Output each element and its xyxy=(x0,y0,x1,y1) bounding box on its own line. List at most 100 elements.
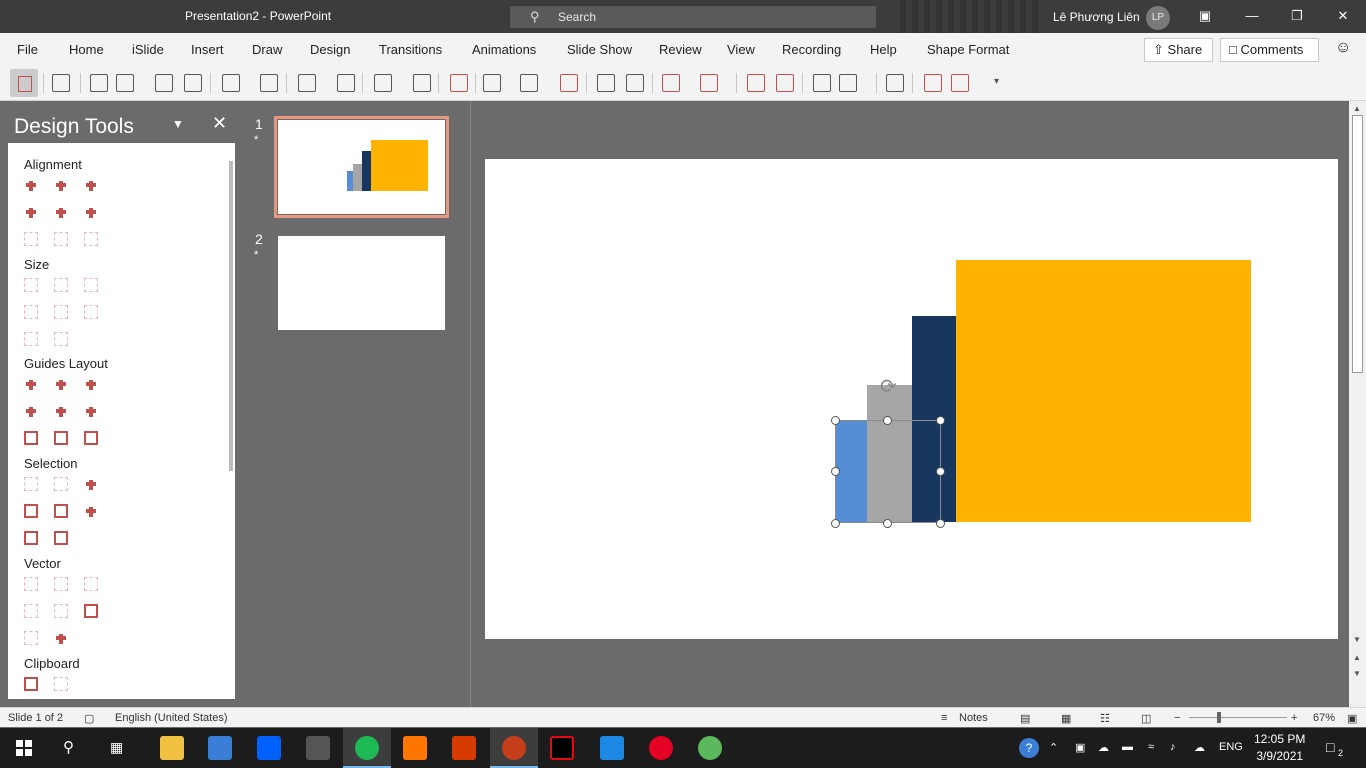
replace-icon[interactable] xyxy=(155,74,173,92)
app-icon[interactable] xyxy=(698,736,722,760)
guide-middle-icon[interactable] xyxy=(54,404,68,418)
feedback-smiley-icon[interactable]: ☺ xyxy=(1335,39,1351,57)
rotate-handle-icon[interactable]: ⟳ xyxy=(880,377,897,397)
edit-points-icon[interactable] xyxy=(483,74,501,92)
grid-icon[interactable] xyxy=(700,74,718,92)
tab-design[interactable]: Design xyxy=(310,42,350,57)
combine-icon[interactable] xyxy=(560,74,578,92)
paste-icon[interactable] xyxy=(54,677,68,691)
tab-islide[interactable]: iSlide xyxy=(132,42,164,57)
input-language[interactable]: ENG xyxy=(1219,741,1243,753)
copy-icon[interactable] xyxy=(24,677,38,691)
spotify-taskbar-slot[interactable] xyxy=(343,728,391,768)
zoom-slider-thumb[interactable] xyxy=(1217,712,1221,723)
guide-down-arrow-icon[interactable] xyxy=(84,404,98,418)
text-to-vector-icon[interactable] xyxy=(24,631,38,645)
notifications-icon[interactable]: □ xyxy=(1326,739,1334,755)
file-explorer-icon[interactable] xyxy=(160,736,184,760)
tab-home[interactable]: Home xyxy=(69,42,104,57)
tab-draw[interactable]: Draw xyxy=(252,42,282,57)
comments-button[interactable]: □ Comments xyxy=(1220,38,1319,62)
slide-thumbnail-1[interactable] xyxy=(274,116,449,218)
resize-handle[interactable] xyxy=(883,416,892,425)
meet-now-icon[interactable]: ▣ xyxy=(1075,741,1085,754)
zoom-out-button[interactable]: − xyxy=(1174,712,1180,724)
select-front-icon[interactable] xyxy=(54,504,68,518)
netflix-icon[interactable] xyxy=(550,736,574,760)
distribute-icon[interactable] xyxy=(776,74,794,92)
previous-slide-icon[interactable]: ▲ xyxy=(1353,653,1361,662)
same-size-icon[interactable] xyxy=(84,278,98,292)
resize-handle[interactable] xyxy=(936,519,945,528)
bring-forward-icon[interactable] xyxy=(54,531,68,545)
export-icon[interactable] xyxy=(924,74,942,92)
guide-horizontal-span-icon[interactable] xyxy=(24,431,38,445)
zoom-slider[interactable] xyxy=(1189,717,1287,718)
search-taskbar-icon[interactable]: ⚲ xyxy=(63,738,74,756)
align-bottom-icon[interactable] xyxy=(84,205,98,219)
scroll-thumb[interactable] xyxy=(1352,115,1363,373)
customize-toolbar-icon[interactable]: ▾ xyxy=(994,76,999,87)
pinterest-icon[interactable] xyxy=(649,736,673,760)
app-icon[interactable] xyxy=(306,736,330,760)
resize-handle[interactable] xyxy=(936,467,945,476)
slide-thumbnail-2[interactable] xyxy=(278,236,445,330)
align-center-icon[interactable] xyxy=(54,178,68,192)
arrange-icon[interactable] xyxy=(662,74,680,92)
slide-show-icon[interactable]: ◫ xyxy=(1141,712,1151,725)
slide-sorter-icon[interactable]: ▦ xyxy=(1061,712,1071,725)
vector-intersect-icon[interactable] xyxy=(24,604,38,618)
font-color-icon[interactable] xyxy=(222,74,240,92)
shapes-icon[interactable] xyxy=(116,74,134,92)
stretch-left-icon[interactable] xyxy=(24,332,38,346)
stretch-right-icon[interactable] xyxy=(54,332,68,346)
minimize-icon[interactable]: — xyxy=(1242,8,1262,23)
next-slide-icon[interactable]: ▼ xyxy=(1353,669,1361,678)
mail-icon[interactable] xyxy=(208,736,232,760)
vector-subtract-icon[interactable] xyxy=(54,604,68,618)
powerpoint-taskbar-slot[interactable] xyxy=(490,728,538,768)
layers-icon[interactable] xyxy=(747,74,765,92)
tab-file[interactable]: File xyxy=(17,42,38,57)
battery-icon[interactable]: ▬ xyxy=(1122,741,1133,753)
scroll-down-icon[interactable]: ▼ xyxy=(1353,635,1361,644)
tab-animations[interactable]: Animations xyxy=(472,42,536,57)
format-painter-icon[interactable] xyxy=(450,74,468,92)
distribute-grid-icon[interactable] xyxy=(84,232,98,246)
wifi-icon[interactable]: ≈ xyxy=(1148,741,1154,753)
vector-union-icon[interactable] xyxy=(24,577,38,591)
swap-size-icon[interactable] xyxy=(84,305,98,319)
accessibility-icon[interactable]: ▢ xyxy=(84,712,94,725)
pane-close-icon[interactable]: ✕ xyxy=(212,113,227,134)
pointer-icon[interactable] xyxy=(84,504,98,518)
tab-shape-format[interactable]: Shape Format xyxy=(927,42,1009,57)
slide-canvas[interactable]: ⟳ xyxy=(485,159,1338,639)
tab-recording[interactable]: Recording xyxy=(782,42,841,57)
guide-left-arrow-icon[interactable] xyxy=(24,377,38,391)
language-indicator[interactable]: English (United States) xyxy=(115,712,228,724)
share-button[interactable]: ⇧ Share xyxy=(1144,38,1213,62)
text-box-icon[interactable] xyxy=(90,74,108,92)
vector-pen-icon[interactable] xyxy=(54,631,68,645)
tab-slide-show[interactable]: Slide Show xyxy=(567,42,632,57)
same-height-icon[interactable] xyxy=(54,278,68,292)
align-left-icon[interactable] xyxy=(24,178,38,192)
screenshot-icon[interactable] xyxy=(886,74,904,92)
magic-select-icon[interactable] xyxy=(84,477,98,491)
select-similar-icon[interactable] xyxy=(24,477,38,491)
fit-width-icon[interactable] xyxy=(24,305,38,319)
vector-fragment-icon[interactable] xyxy=(84,577,98,591)
resize-handle[interactable] xyxy=(831,416,840,425)
close-icon[interactable]: ✕ xyxy=(1333,8,1353,24)
tab-transitions[interactable]: Transitions xyxy=(379,42,442,57)
layout-icon[interactable] xyxy=(813,74,831,92)
clock[interactable]: 12:05 PM 3/9/2021 xyxy=(1254,731,1305,765)
cloud-upload-icon[interactable]: ☁ xyxy=(1194,741,1205,754)
merge-shapes-icon[interactable] xyxy=(520,74,538,92)
distribute-horizontal-icon[interactable] xyxy=(24,232,38,246)
guide-center-icon[interactable] xyxy=(54,377,68,391)
scroll-up-icon[interactable]: ▲ xyxy=(1353,104,1361,113)
eyedropper-icon[interactable] xyxy=(260,74,278,92)
search-box[interactable]: ⚲ Search xyxy=(510,6,876,28)
zoom-level[interactable]: 67% xyxy=(1313,712,1335,724)
